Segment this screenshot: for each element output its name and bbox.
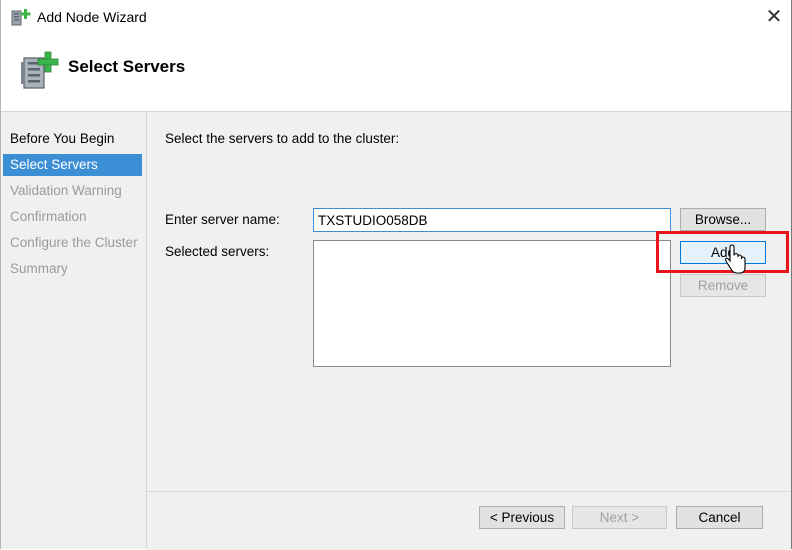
- title-bar: Add Node Wizard ✕: [1, 0, 791, 34]
- server-name-input[interactable]: [313, 208, 671, 232]
- selected-servers-label: Selected servers:: [165, 244, 270, 259]
- server-add-icon: [11, 9, 31, 26]
- page-title: Select Servers: [68, 57, 186, 76]
- highlight-annotation: [656, 231, 789, 273]
- nav-step-confirmation: Confirmation: [10, 209, 87, 224]
- previous-button[interactable]: < Previous: [479, 506, 565, 529]
- close-icon: ✕: [765, 6, 783, 28]
- wizard-header: Select Servers: [1, 34, 791, 112]
- instruction-text: Select the servers to add to the cluster…: [165, 131, 400, 146]
- remove-button[interactable]: Remove: [680, 274, 766, 297]
- server-add-icon: [21, 51, 59, 89]
- selected-servers-list[interactable]: [313, 240, 671, 367]
- cancel-button[interactable]: Cancel: [676, 506, 763, 529]
- browse-button[interactable]: Browse...: [680, 208, 766, 231]
- window-title: Add Node Wizard: [37, 9, 147, 25]
- server-name-label: Enter server name:: [165, 212, 280, 227]
- close-button[interactable]: ✕: [761, 4, 787, 30]
- nav-step-configure-cluster: Configure the Cluster: [10, 235, 138, 250]
- wizard-steps-nav: Before You Begin Select Servers Validati…: [1, 112, 147, 549]
- next-button[interactable]: Next >: [572, 506, 667, 529]
- nav-step-validation-warning: Validation Warning: [10, 183, 122, 198]
- nav-step-before-you-begin[interactable]: Before You Begin: [3, 128, 142, 150]
- wizard-window: Add Node Wizard ✕ Select Servers Before …: [0, 0, 792, 550]
- nav-step-summary: Summary: [10, 261, 68, 276]
- nav-step-select-servers[interactable]: Select Servers: [3, 154, 142, 176]
- hand-cursor-icon: [725, 244, 746, 274]
